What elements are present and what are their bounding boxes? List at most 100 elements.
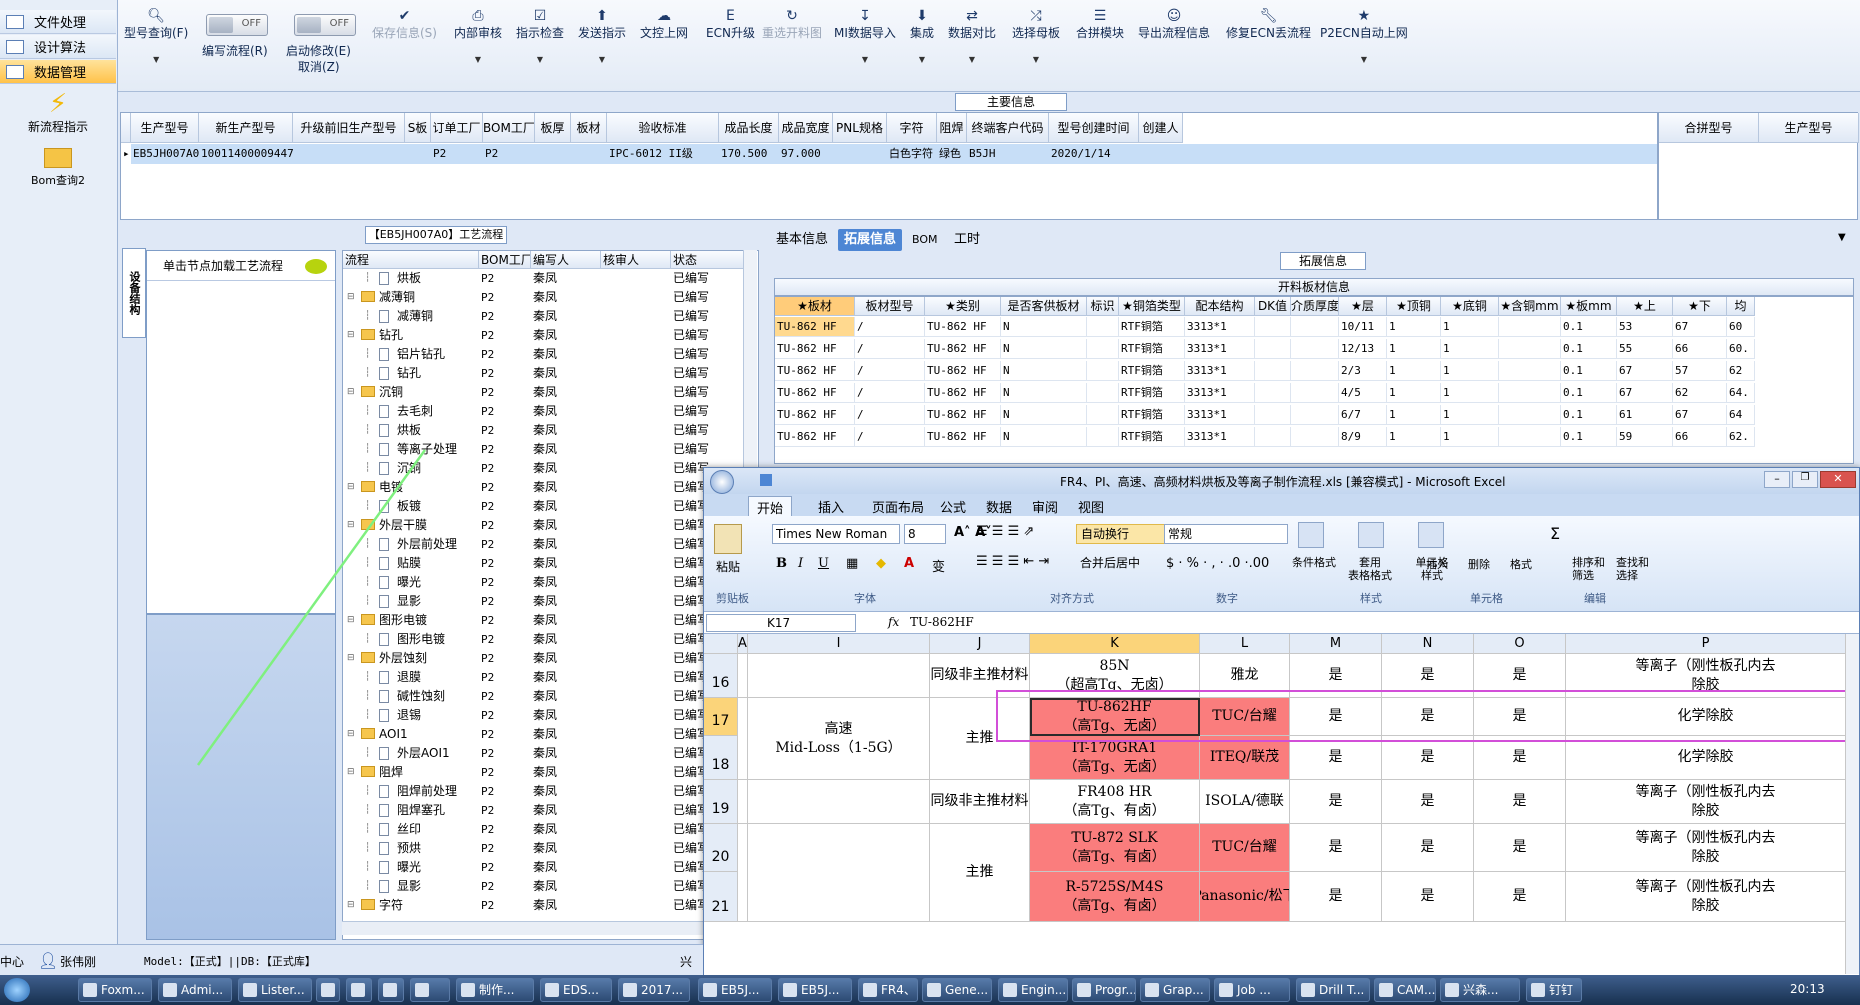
material-cell[interactable]: N: [1001, 339, 1087, 359]
ribbon-tab-2[interactable]: 页面布局: [864, 496, 932, 517]
material-cell[interactable]: 3313*1: [1185, 405, 1255, 425]
merge-col-header[interactable]: 生产型号: [1759, 113, 1859, 143]
ribbon-tab-5[interactable]: 审阅: [1024, 496, 1066, 517]
material-cell[interactable]: 1: [1441, 427, 1499, 447]
material-cell[interactable]: /: [855, 361, 925, 381]
material-cell[interactable]: /: [855, 383, 925, 403]
main-cell[interactable]: B5JH: [967, 144, 1049, 164]
material-cell[interactable]: [1255, 427, 1291, 447]
cell-n19[interactable]: 是: [1382, 780, 1474, 824]
p2ecn-auto-upload-button[interactable]: ★ P2ECN自动上网 ▼: [1320, 8, 1408, 64]
flow-row[interactable]: ┆ 阻焊塞孔 P2 秦凤 已编写: [343, 801, 758, 820]
material-cell[interactable]: [1087, 361, 1119, 381]
row-header[interactable]: 17: [704, 698, 738, 736]
material-cell[interactable]: TU-862 HF: [775, 361, 855, 381]
cell-n21[interactable]: 是: [1382, 872, 1474, 922]
material-cell[interactable]: TU-862 HF: [925, 317, 1001, 337]
paste-label[interactable]: 粘贴: [716, 558, 740, 575]
material-cell[interactable]: 1: [1387, 317, 1441, 337]
material-cell[interactable]: N: [1001, 317, 1087, 337]
main-col-header[interactable]: S板: [405, 113, 431, 143]
material-cell[interactable]: [1499, 405, 1561, 425]
underline-icon[interactable]: U: [818, 556, 829, 571]
taskbar-item[interactable]: Progr...: [1072, 978, 1136, 1002]
cell-l20[interactable]: TUC/台耀: [1200, 824, 1290, 872]
merge-center-button[interactable]: 合并后居中: [1080, 554, 1140, 571]
material-col-header[interactable]: ★含铜mm: [1499, 297, 1561, 316]
fx-icon[interactable]: fx: [888, 615, 899, 629]
flow-row[interactable]: ┆ 预烘 P2 秦凤 已编写: [343, 839, 758, 858]
taskbar-item[interactable]: Foxm...: [78, 978, 152, 1002]
material-cell[interactable]: 62.: [1727, 427, 1755, 447]
tab-extended-info[interactable]: 拓展信息: [838, 229, 903, 251]
row-header[interactable]: 18: [704, 736, 738, 780]
export-flow-button[interactable]: ☺ 导出流程信息: [1138, 8, 1210, 41]
material-cell[interactable]: 3313*1: [1185, 383, 1255, 403]
name-box[interactable]: K17: [706, 614, 856, 632]
column-header-M[interactable]: M: [1290, 634, 1382, 654]
main-cell[interactable]: [571, 144, 607, 164]
taskbar-item[interactable]: 钉钉: [1526, 978, 1582, 1002]
cell-j19[interactable]: 同级非主推材料: [930, 780, 1030, 824]
nav-tab-data[interactable]: 数据管理: [0, 60, 116, 84]
main-cell[interactable]: [405, 144, 431, 164]
main-cell[interactable]: P2: [431, 144, 483, 164]
main-cell[interactable]: [535, 144, 571, 164]
cell-p19[interactable]: 等离子（刚性板孔内去 除胶: [1566, 780, 1846, 824]
flow-col-header[interactable]: 编写人: [531, 251, 601, 269]
main-cell[interactable]: 绿色: [937, 144, 967, 164]
wrap-text-button[interactable]: 自动换行: [1076, 524, 1170, 544]
ribbon-tab-3[interactable]: 公式: [932, 496, 974, 517]
material-cell[interactable]: 67: [1617, 383, 1673, 403]
flow-row[interactable]: ┆ 曝光 P2 秦凤 已编写: [343, 858, 758, 877]
cell-a20[interactable]: [738, 824, 748, 922]
flow-row[interactable]: ┆ 丝印 P2 秦凤 已编写: [343, 820, 758, 839]
main-col-header[interactable]: BOM工厂: [483, 113, 535, 143]
material-cell[interactable]: 66: [1673, 339, 1727, 359]
material-cell[interactable]: [1087, 317, 1119, 337]
insert-cells-label[interactable]: 插入: [1426, 556, 1448, 572]
material-cell[interactable]: TU-862 HF: [775, 317, 855, 337]
find-select-label[interactable]: 查找和 选择: [1616, 556, 1649, 582]
material-col-header[interactable]: ★顶铜: [1387, 297, 1441, 316]
table-format-icon[interactable]: [1358, 522, 1384, 548]
material-col-header[interactable]: ★底铜: [1441, 297, 1499, 316]
material-cell[interactable]: RTF铜箔: [1119, 427, 1185, 447]
material-cell[interactable]: 1: [1387, 361, 1441, 381]
office-button-icon[interactable]: [710, 470, 734, 494]
material-col-header[interactable]: ★板mm: [1561, 297, 1617, 316]
main-cell[interactable]: 10011400009447: [199, 144, 293, 164]
material-cell[interactable]: 53: [1617, 317, 1673, 337]
merge-col-header[interactable]: 合拼型号: [1659, 113, 1759, 143]
flow-row[interactable]: ⊟ 字符 P2 秦凤 已编写: [343, 896, 758, 915]
material-cell[interactable]: TU-862 HF: [925, 339, 1001, 359]
material-cell[interactable]: RTF铜箔: [1119, 317, 1185, 337]
cell-j20-21[interactable]: 主推: [930, 824, 1030, 922]
main-cell[interactable]: [833, 144, 887, 164]
material-col-header[interactable]: ★层: [1339, 297, 1387, 316]
taskbar-item[interactable]: Admi...: [158, 978, 232, 1002]
ribbon-tab-4[interactable]: 数据: [978, 496, 1020, 517]
font-size-select[interactable]: 8: [904, 524, 946, 544]
material-cell[interactable]: RTF铜箔: [1119, 383, 1185, 403]
material-cell[interactable]: 1: [1441, 317, 1499, 337]
cell-p18[interactable]: 化学除胶: [1566, 736, 1846, 780]
collapse-icon[interactable]: ⊟: [347, 288, 355, 307]
row-header[interactable]: 19: [704, 780, 738, 824]
taskbar-item[interactable]: [316, 978, 340, 1002]
flow-row[interactable]: ⊟ 沉铜 P2 秦凤 已编写: [343, 383, 758, 402]
flow-tree-hscroll[interactable]: [342, 921, 759, 935]
cell-l18[interactable]: ITEQ/联茂: [1200, 736, 1290, 780]
nav-item-new-flow[interactable]: ⚡ 新流程指示: [0, 90, 116, 135]
main-col-header[interactable]: 订单工厂: [431, 113, 483, 143]
main-cell[interactable]: P2: [483, 144, 535, 164]
material-cell[interactable]: [1291, 383, 1339, 403]
format-cells-label[interactable]: 格式: [1510, 556, 1532, 572]
material-col-header[interactable]: 介质厚度: [1291, 297, 1339, 316]
column-header-L[interactable]: L: [1200, 634, 1290, 654]
flow-col-header[interactable]: 流程: [343, 251, 479, 269]
main-col-header[interactable]: 新生产型号: [199, 113, 293, 143]
material-cell[interactable]: 0.1: [1561, 317, 1617, 337]
save-icon[interactable]: [760, 474, 772, 486]
font-name-select[interactable]: Times New Roman: [772, 524, 900, 544]
